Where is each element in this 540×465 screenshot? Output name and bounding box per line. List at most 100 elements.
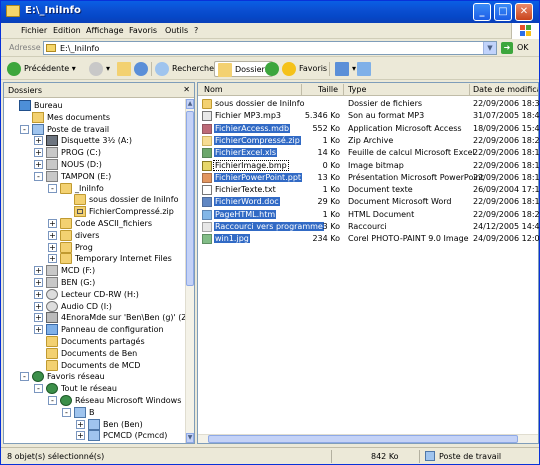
search-button[interactable]: Rechercher (155, 61, 217, 77)
tree-item-label: PROG (C:) (61, 148, 101, 158)
file-name: FichierWord.doc (214, 197, 280, 207)
scroll-up-icon[interactable]: ▲ (186, 99, 194, 109)
close-button[interactable]: ✕ (515, 3, 533, 21)
column-header-type[interactable]: Type (348, 85, 366, 94)
expand-icon[interactable]: + (34, 266, 43, 276)
file-name-cell: PageHTML.htm (202, 209, 277, 220)
address-input[interactable]: E:\_IniInfo ▼ (43, 41, 497, 55)
folders-pane-header: Dossiers ✕ (4, 83, 194, 98)
drive-icon (46, 277, 58, 288)
tree-item-label: Documents de Ben (61, 348, 138, 358)
expand-icon[interactable]: + (34, 278, 43, 287)
tree-item-label: Favoris réseau (47, 372, 105, 382)
scroll-thumb[interactable] (208, 435, 518, 443)
file-list-pane: Nom Taille Type Date de modification sou… (197, 82, 540, 444)
scroll-thumb[interactable] (186, 111, 194, 286)
file-row[interactable]: FichierCompressé.zip 1 Ko Zip Archive 22/09… (198, 135, 540, 147)
go-arrow-icon[interactable]: ➜ (501, 42, 513, 54)
desktop-icon (19, 100, 31, 111)
collapse-icon[interactable]: - (48, 396, 57, 405)
tree-item-label: BEN (G:) (61, 278, 96, 287)
file-row[interactable]: FichierImage.bmp 0 Ko Image bitmap 22/09/20… (198, 159, 540, 172)
jpeg-icon (202, 234, 212, 245)
collapse-icon[interactable]: - (48, 183, 57, 193)
collapse-icon[interactable]: - (20, 372, 29, 382)
scroll-down-icon[interactable]: ▼ (186, 433, 194, 443)
file-name: Raccourci vers programme (214, 222, 324, 231)
file-row[interactable]: FichierAccess.mdb 552 Ko Application Micro… (198, 123, 540, 135)
computer-icon (425, 451, 435, 461)
text-icon (202, 185, 212, 196)
folder-icon (46, 359, 58, 371)
menu-favoris[interactable]: Favoris (129, 26, 157, 35)
column-separator (301, 84, 302, 95)
computer-icon (32, 123, 44, 135)
file-name: FichierAccess.mdb (214, 123, 291, 133)
file-type: Raccourci (348, 222, 387, 231)
expand-icon[interactable]: + (48, 242, 57, 252)
access-icon (202, 123, 212, 134)
file-row[interactable]: FichierWord.doc 29 Ko Document Microsoft W… (198, 196, 540, 208)
expand-icon[interactable]: + (34, 289, 43, 299)
menu-fichier[interactable]: Fichier (21, 26, 47, 35)
go-button[interactable]: OK (517, 43, 529, 52)
expand-icon[interactable]: + (76, 419, 85, 429)
history-button[interactable] (265, 61, 282, 77)
views-icon (335, 61, 349, 76)
tree-item-label: Bureau (34, 101, 63, 110)
expand-icon[interactable]: + (34, 136, 43, 146)
file-size: 234 Ko (312, 234, 340, 244)
collapse-icon[interactable]: - (34, 384, 43, 394)
menu-outils[interactable]: Outils (165, 26, 188, 35)
drive-icon (46, 170, 58, 182)
menu-edition[interactable]: Edition (53, 26, 81, 35)
expand-icon[interactable]: + (34, 160, 43, 169)
menu-help[interactable]: ? (194, 26, 198, 35)
file-row[interactable]: FichierPowerPoint.ppt 13 Ko Présentation M… (198, 172, 540, 184)
file-row[interactable]: sous dossier de IniInfo Dossier de fichie… (198, 98, 540, 110)
column-header-date[interactable]: Date de modification (473, 85, 538, 94)
views-button[interactable]: ▾ (335, 61, 356, 77)
tree-item-label: Réseau Microsoft Windows (75, 396, 182, 405)
file-row[interactable]: win1.jpg 234 Ko Corel PHOTO-PAINT 9.0 Imag… (198, 233, 540, 245)
chevron-down-icon[interactable]: ▼ (483, 42, 496, 54)
file-type: Corel PHOTO-PAINT 9.0 Image (348, 234, 469, 244)
expand-icon[interactable]: + (48, 254, 57, 264)
refresh-button[interactable] (134, 61, 151, 77)
up-folder-button[interactable] (117, 61, 134, 77)
column-header-name[interactable]: Nom (204, 85, 223, 94)
column-separator (469, 84, 470, 95)
selection-size: 842 Ko (371, 452, 399, 461)
column-header-size[interactable]: Taille (318, 85, 338, 94)
file-row[interactable]: FichierExcel.xls 14 Ko Feuille de calcul M… (198, 147, 540, 159)
folder-options-icon (357, 61, 371, 76)
collapse-icon[interactable]: - (62, 407, 71, 417)
file-row[interactable]: PageHTML.htm 1 Ko HTML Document 22/09/2006 … (198, 209, 540, 221)
expand-icon[interactable]: + (34, 148, 43, 158)
expand-icon[interactable]: + (34, 301, 43, 311)
expand-icon[interactable]: + (48, 230, 57, 240)
folder-options-button[interactable] (357, 61, 374, 77)
minimize-button[interactable]: _ (473, 3, 491, 21)
favorites-button[interactable]: Favoris (282, 61, 327, 77)
expand-icon[interactable]: + (48, 219, 57, 228)
forward-button[interactable]: ▾ (89, 61, 110, 77)
tree-vertical-scrollbar[interactable]: ▲ ▼ (185, 99, 194, 443)
menu-affichage[interactable]: Affichage (86, 26, 124, 35)
maximize-button[interactable]: □ (494, 3, 512, 21)
expand-icon[interactable]: + (34, 313, 43, 323)
title-bar[interactable]: E:\_IniInfo _ □ ✕ (1, 1, 539, 23)
file-name: Fichier MP3.mp3 (215, 111, 282, 121)
file-row[interactable]: Fichier MP3.mp3 5.346 Ko Son au format MP3… (198, 110, 540, 122)
drive-icon (46, 159, 58, 170)
collapse-icon[interactable]: - (20, 124, 29, 134)
file-row[interactable]: FichierTexte.txt 1 Ko Document texte 26/09/… (198, 184, 540, 196)
file-row[interactable]: Raccourci vers programme 3 Ko Raccourci 24/… (198, 221, 540, 233)
tree-item-label: Documents de MCD (61, 360, 141, 370)
expand-icon[interactable]: + (76, 431, 85, 441)
back-button[interactable]: Précédente ▾ (7, 61, 76, 77)
expand-icon[interactable]: + (34, 325, 43, 335)
file-list-horizontal-scrollbar[interactable] (198, 434, 538, 443)
collapse-icon[interactable]: - (34, 171, 43, 181)
close-pane-icon[interactable]: ✕ (183, 85, 190, 94)
